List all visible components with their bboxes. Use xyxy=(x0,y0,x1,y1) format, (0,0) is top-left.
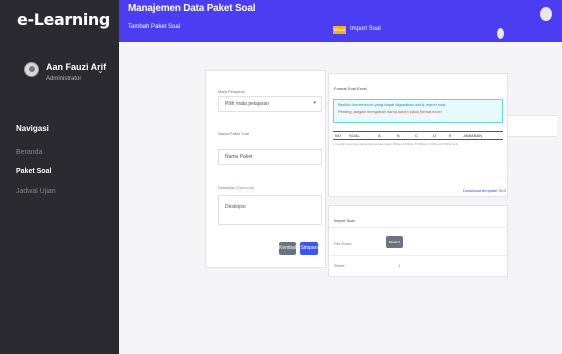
sidebar-item-jadwal-ujian[interactable]: Jadwal Ujian xyxy=(16,188,56,195)
package-name-placeholder: Nama Paket xyxy=(225,154,253,160)
description-label-text: Deskripsi xyxy=(218,185,235,190)
hint-line-1: Berikut format excel yang dapat digunaka… xyxy=(338,102,446,107)
page-subtitle: Tambah Paket Soal xyxy=(128,24,181,30)
nav-title: Navigasi xyxy=(16,124,49,133)
user-panel[interactable]: Aan Fauzi Arif Administrator ⌄ xyxy=(24,62,110,92)
table-row: 1 Contoh soal yang dapat diisi sesuai ma… xyxy=(333,142,458,146)
column-header: SOAL xyxy=(349,133,360,138)
user-avatar-icon xyxy=(24,62,39,77)
file-label: File Excel xyxy=(334,241,352,246)
user-avatar-icon[interactable] xyxy=(497,28,504,39)
column-header: A xyxy=(378,133,381,138)
form-card: Mata Pelajaran Pilih mata pelajaran ▾ Na… xyxy=(205,70,326,268)
column-header: E xyxy=(449,133,452,138)
save-button[interactable]: Simpan xyxy=(300,242,318,255)
subject-label: Mata Pelajaran xyxy=(218,89,245,94)
sidebar-item-beranda[interactable]: Beranda xyxy=(16,149,42,156)
brand-logo[interactable]: e-Learning xyxy=(0,0,119,40)
import-panel: Import Soal File Excel SELECT FILE Sheet… xyxy=(328,205,508,277)
package-name-label: Nama Paket Soal xyxy=(218,131,250,136)
format-panel: Format Soal Excel Berikut format excel y… xyxy=(328,73,508,197)
column-header: D xyxy=(433,133,436,138)
description-placeholder: Deskripsi xyxy=(225,204,246,210)
column-header: JAWABAN xyxy=(463,133,483,138)
sidebar: e-Learning Aan Fauzi Arif Administrator … xyxy=(0,0,119,354)
format-table-header: NO SOAL A B C D E JAWABAN xyxy=(333,131,503,140)
chevron-down-icon[interactable]: ⌄ xyxy=(97,66,104,75)
background-card xyxy=(505,115,557,137)
import-title: Import Soal xyxy=(350,26,381,32)
subject-select[interactable]: Pilih mata pelajaran ▾ xyxy=(218,96,322,112)
back-button[interactable]: Kembali xyxy=(279,242,297,255)
sidebar-item-paket-soal[interactable]: Paket Soal xyxy=(16,168,51,175)
sheet-value[interactable]: 1 xyxy=(398,263,400,268)
optional-note: (Opsional) xyxy=(235,185,255,190)
select-file-button[interactable]: SELECT FILE xyxy=(386,236,403,256)
user-role: Administrator xyxy=(46,76,82,82)
hint-line-2: Penting: jangan mengubah nama kolom pada… xyxy=(338,109,442,114)
description-textarea[interactable]: Deskripsi xyxy=(218,195,322,225)
modal-badge[interactable]: Modal xyxy=(333,26,346,34)
column-header: NO xyxy=(335,133,341,138)
format-hint-box: Berikut format excel yang dapat digunaka… xyxy=(333,99,503,123)
chevron-down-icon: ▾ xyxy=(313,100,316,106)
description-label: Deskripsi (Opsional) xyxy=(218,185,254,190)
sheet-label: Sheet xyxy=(334,263,345,268)
package-name-input[interactable]: Nama Paket xyxy=(218,149,322,165)
user-avatar-icon[interactable] xyxy=(540,7,552,21)
column-header: C xyxy=(415,133,418,138)
subject-select-value: Pilih mata pelajaran xyxy=(225,101,269,107)
column-header: B xyxy=(397,133,400,138)
page-title: Manajemen Data Paket Soal xyxy=(128,3,256,14)
download-template-link[interactable]: Download template XLS xyxy=(463,188,506,193)
divider xyxy=(329,255,507,256)
format-panel-title: Format Soal Excel xyxy=(334,86,367,91)
topbar: Manajemen Data Paket Soal Tambah Paket S… xyxy=(119,0,562,42)
import-panel-title: Import Soal xyxy=(334,218,355,223)
divider xyxy=(329,227,507,228)
